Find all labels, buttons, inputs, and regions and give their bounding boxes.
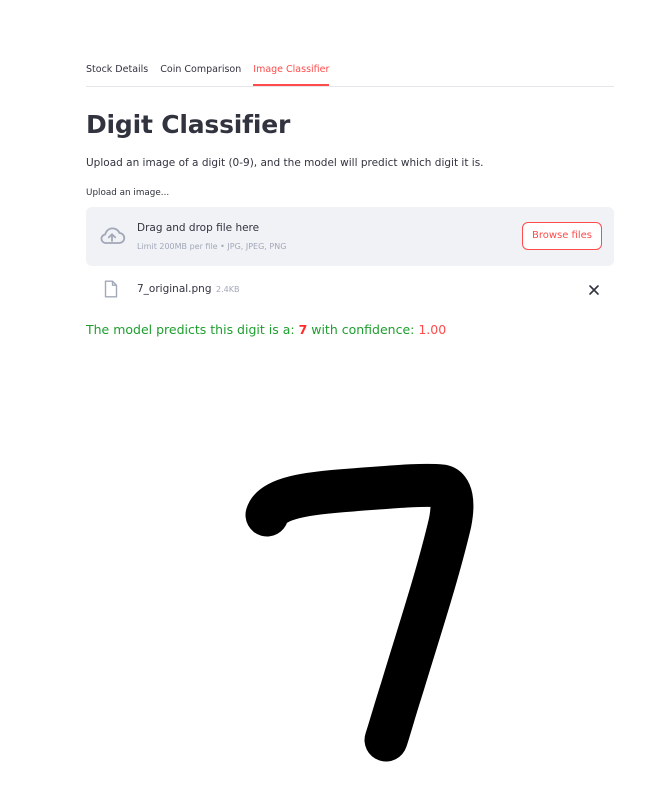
prediction-middle: with confidence: <box>307 322 419 337</box>
tab-coin-comparison[interactable]: Coin Comparison <box>160 58 241 79</box>
file-size: 2.4KB <box>216 285 240 294</box>
prediction-result: The model predicts this digit is a: 7 wi… <box>86 322 446 337</box>
uploader-label: Upload an image... <box>86 188 170 198</box>
prediction-prefix: The model predicts this digit is a: <box>86 322 299 337</box>
uploaded-digit-image <box>245 463 474 762</box>
tab-bar: Stock Details Coin Comparison Image Clas… <box>86 58 614 87</box>
file-name: 7_original.png <box>137 283 212 295</box>
uploaded-file-row: 7_original.png 2.4KB <box>86 276 614 304</box>
dropzone-limit-text: Limit 200MB per file • JPG, JPEG, PNG <box>137 242 287 251</box>
cloud-upload-icon <box>100 227 126 244</box>
dropzone-instructions: Drag and drop file here <box>137 222 260 234</box>
close-icon[interactable] <box>586 282 602 298</box>
page-description: Upload an image of a digit (0-9), and th… <box>86 157 484 169</box>
browse-files-button[interactable]: Browse files <box>521 222 602 250</box>
file-dropzone[interactable]: Drag and drop file here Limit 200MB per … <box>86 207 614 266</box>
tab-stock-details[interactable]: Stock Details <box>86 58 148 79</box>
page-title: Digit Classifier <box>86 110 291 139</box>
file-icon <box>104 280 118 298</box>
app-page: Stock Details Coin Comparison Image Clas… <box>0 0 662 794</box>
prediction-confidence: 1.00 <box>418 322 447 337</box>
predicted-digit: 7 <box>298 322 308 337</box>
tab-image-classifier[interactable]: Image Classifier <box>253 58 330 86</box>
